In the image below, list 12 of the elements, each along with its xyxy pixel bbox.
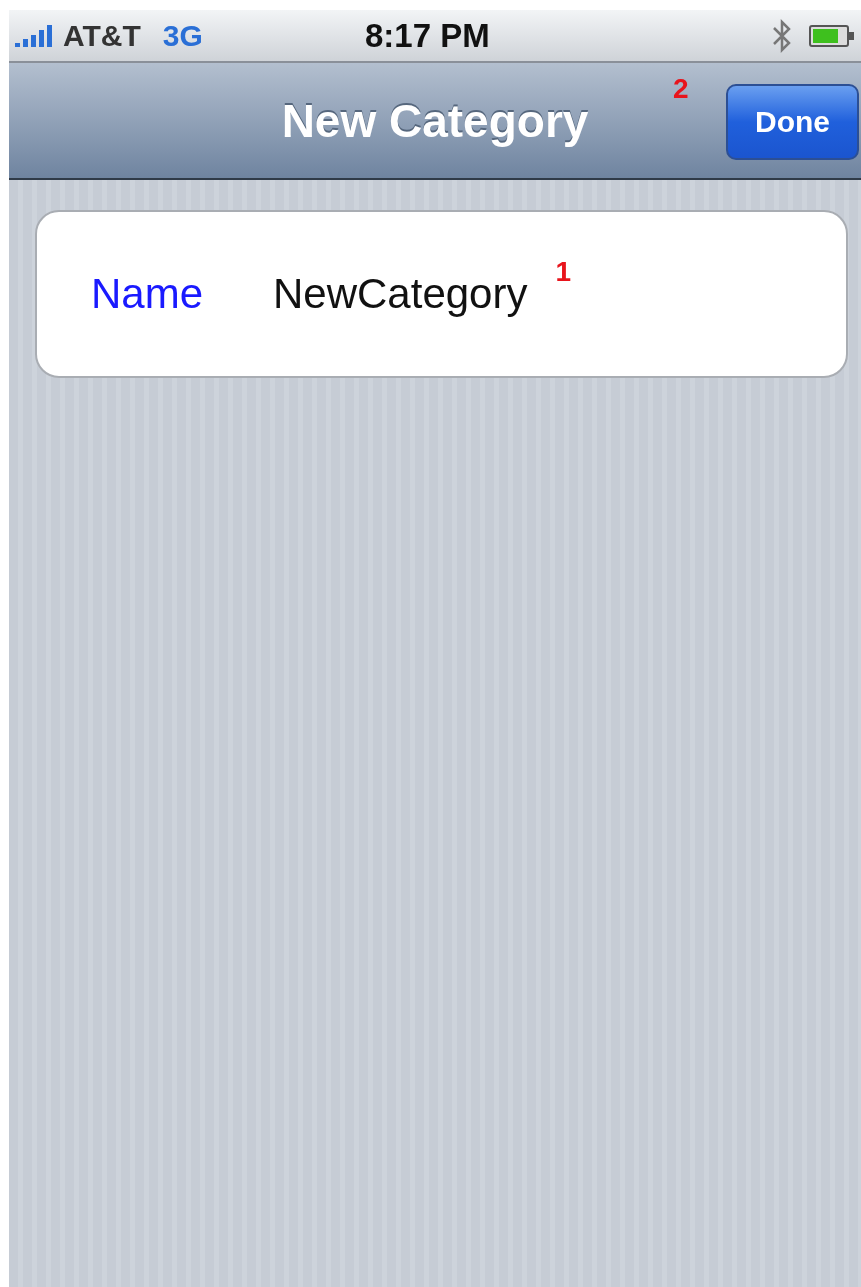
navigation-title: New Category	[281, 93, 589, 148]
network-type: 3G	[162, 18, 203, 53]
bluetooth-icon	[771, 18, 793, 53]
annotation-number: 2	[673, 73, 689, 105]
annotation-number: 1	[555, 256, 572, 288]
name-input-field[interactable]: NewCategory	[273, 270, 528, 318]
carrier-name: AT&T	[63, 18, 141, 53]
done-button[interactable]: Done	[726, 84, 859, 160]
field-label: Name	[91, 270, 205, 318]
battery-icon	[809, 24, 855, 47]
signal-icon	[15, 24, 55, 47]
clock-time: 8:17 PM	[365, 16, 490, 55]
